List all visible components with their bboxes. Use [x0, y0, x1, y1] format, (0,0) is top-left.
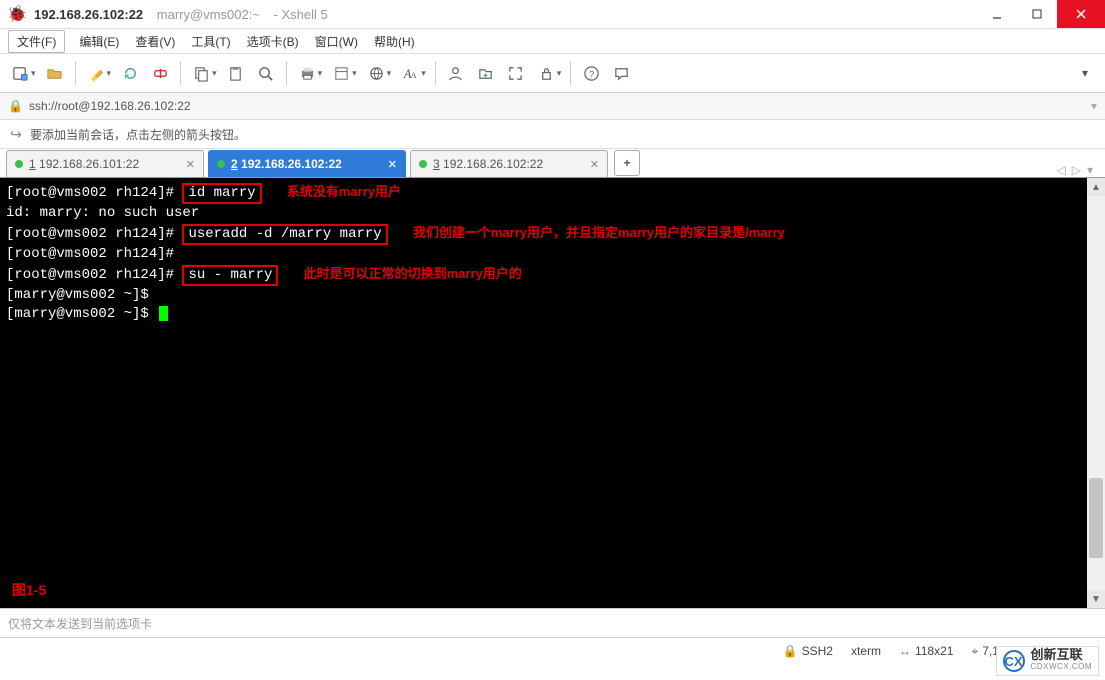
svg-text:A: A: [411, 70, 418, 80]
lock-button[interactable]: [532, 59, 565, 87]
status-dot-icon: [419, 160, 427, 168]
toolbar: AA ? ▾: [0, 54, 1105, 93]
cmd-highlight: su - marry: [182, 265, 278, 286]
watermark-logo-icon: CX: [1003, 650, 1025, 672]
xftp-button[interactable]: [472, 59, 500, 87]
compose-placeholder: 仅将文本发送到当前选项卡: [8, 615, 152, 632]
tab-3[interactable]: 3 192.168.26.102:22 ✕: [410, 150, 608, 177]
window-title: 192.168.26.102:22 marry@vms002:~ - Xshel…: [34, 7, 328, 22]
tab-next-icon[interactable]: ▷: [1072, 163, 1081, 177]
toolbar-sep: [435, 61, 436, 85]
lock-icon: 🔒: [8, 99, 23, 113]
add-tab-button[interactable]: +: [614, 150, 640, 176]
tab-label: 3 192.168.26.102:22: [433, 157, 543, 171]
caret-icon: ⌖: [971, 644, 978, 659]
tab-2[interactable]: 2 192.168.26.102:22 ✕: [208, 150, 406, 177]
scroll-thumb[interactable]: [1089, 478, 1103, 558]
menu-edit[interactable]: 编辑(E): [71, 31, 127, 52]
hint-bar: ↪ 要添加当前会话，点击左侧的箭头按钮。: [0, 120, 1105, 149]
tab-label: 2 192.168.26.102:22: [231, 157, 342, 171]
menu-bar: 文件(F) 编辑(E) 查看(V) 工具(T) 选项卡(B) 窗口(W) 帮助(…: [0, 29, 1105, 54]
paste-button[interactable]: [222, 59, 250, 87]
reconnect-button[interactable]: [116, 59, 144, 87]
toolbar-sep: [286, 61, 287, 85]
menu-tools[interactable]: 工具(T): [183, 31, 238, 52]
status-proto: 🔒SSH2: [783, 644, 833, 658]
window-controls: [977, 0, 1105, 28]
watermark-text: 创新互联 CDXWCX.COM: [1031, 649, 1092, 673]
disconnect-button[interactable]: [146, 59, 174, 87]
title-host: 192.168.26.102:22: [34, 7, 143, 22]
new-session-button[interactable]: [6, 59, 39, 87]
tab-nav: ◁ ▷ ▾: [1057, 163, 1100, 177]
globe-button[interactable]: [362, 59, 395, 87]
figure-label: 图1-5: [12, 580, 46, 600]
menu-window[interactable]: 窗口(W): [307, 31, 366, 52]
compose-input[interactable]: 仅将文本发送到当前选项卡: [0, 608, 1105, 638]
maximize-button[interactable]: [1017, 0, 1057, 28]
app-icon: 🐞: [8, 5, 26, 23]
status-size: ↔118x21: [899, 644, 953, 658]
properties-button[interactable]: [327, 59, 360, 87]
address-text: ssh://root@192.168.26.102:22: [29, 99, 191, 113]
address-dropdown-icon[interactable]: ▾: [1091, 99, 1097, 113]
minimize-button[interactable]: [977, 0, 1017, 28]
status-dot-icon: [15, 160, 23, 168]
open-session-button[interactable]: [41, 59, 69, 87]
status-term: xterm: [851, 644, 881, 658]
svg-text:?: ?: [589, 69, 594, 80]
menu-help[interactable]: 帮助(H): [366, 31, 423, 52]
menu-file[interactable]: 文件(F): [8, 30, 65, 53]
tab-list-icon[interactable]: ▾: [1087, 163, 1093, 177]
add-arrow-icon[interactable]: ↪: [8, 126, 24, 142]
tab-label: 1 192.168.26.101:22: [29, 157, 139, 171]
toolbar-sep: [180, 61, 181, 85]
tab-prev-icon[interactable]: ◁: [1057, 163, 1066, 177]
fullscreen-button[interactable]: [502, 59, 530, 87]
tab-close-icon[interactable]: ✕: [186, 158, 195, 171]
terminal-area[interactable]: [root@vms002 rh124]# id marry 系统没有marry用…: [0, 178, 1105, 608]
menu-tabs[interactable]: 选项卡(B): [239, 31, 307, 52]
app-window: 🐞 192.168.26.102:22 marry@vms002:~ - Xsh…: [0, 0, 1105, 680]
tab-close-icon[interactable]: ✕: [590, 158, 599, 171]
tab-close-icon[interactable]: ✕: [388, 158, 397, 171]
status-bar: 🔒SSH2 xterm ↔118x21 ⌖7,19 3 会话 ⊕ ▾: [0, 638, 1105, 664]
address-bar[interactable]: 🔒 ssh://root@192.168.26.102:22 ▾: [0, 93, 1105, 120]
feedback-button[interactable]: [607, 59, 635, 87]
user-button[interactable]: [442, 59, 470, 87]
toolbar-overflow-button[interactable]: ▾: [1071, 59, 1099, 87]
toolbar-sep: [570, 61, 571, 85]
highlight-button[interactable]: [82, 59, 115, 87]
tab-1[interactable]: 1 192.168.26.101:22 ✕: [6, 150, 204, 177]
terminal-scrollbar[interactable]: ▲ ▼: [1087, 178, 1105, 608]
title-session: marry@vms002:~: [157, 7, 260, 22]
status-dot-icon: [217, 160, 225, 168]
scroll-down-icon[interactable]: ▼: [1087, 590, 1105, 608]
find-button[interactable]: [252, 59, 280, 87]
close-button[interactable]: [1057, 0, 1105, 28]
menu-view[interactable]: 查看(V): [127, 31, 183, 52]
annotation: 我们创建一个marry用户，并且指定marry用户的家目录是/marry: [413, 225, 785, 240]
hint-text: 要添加当前会话，点击左侧的箭头按钮。: [30, 126, 246, 143]
tab-strip: 1 192.168.26.101:22 ✕ 2 192.168.26.102:2…: [0, 149, 1105, 178]
annotation: 系统没有marry用户: [287, 184, 401, 199]
help-button[interactable]: ?: [577, 59, 605, 87]
watermark: CX 创新互联 CDXWCX.COM: [996, 646, 1099, 676]
font-button[interactable]: AA: [396, 59, 429, 87]
lock-icon: 🔒: [783, 644, 798, 658]
title-app: - Xshell 5: [274, 7, 328, 22]
cmd-highlight: id marry: [182, 183, 261, 204]
cmd-highlight: useradd -d /marry marry: [182, 224, 387, 245]
toolbar-sep: [75, 61, 76, 85]
terminal-output: [root@vms002 rh124]# id marry 系统没有marry用…: [0, 178, 1087, 608]
annotation: 此时是可以正常的切换到marry用户的: [304, 266, 522, 281]
copy-button[interactable]: [187, 59, 220, 87]
size-icon: ↔: [899, 644, 911, 658]
title-bar: 🐞 192.168.26.102:22 marry@vms002:~ - Xsh…: [0, 0, 1105, 29]
print-button[interactable]: [293, 59, 326, 87]
cursor: [159, 306, 168, 321]
scroll-up-icon[interactable]: ▲: [1087, 178, 1105, 196]
